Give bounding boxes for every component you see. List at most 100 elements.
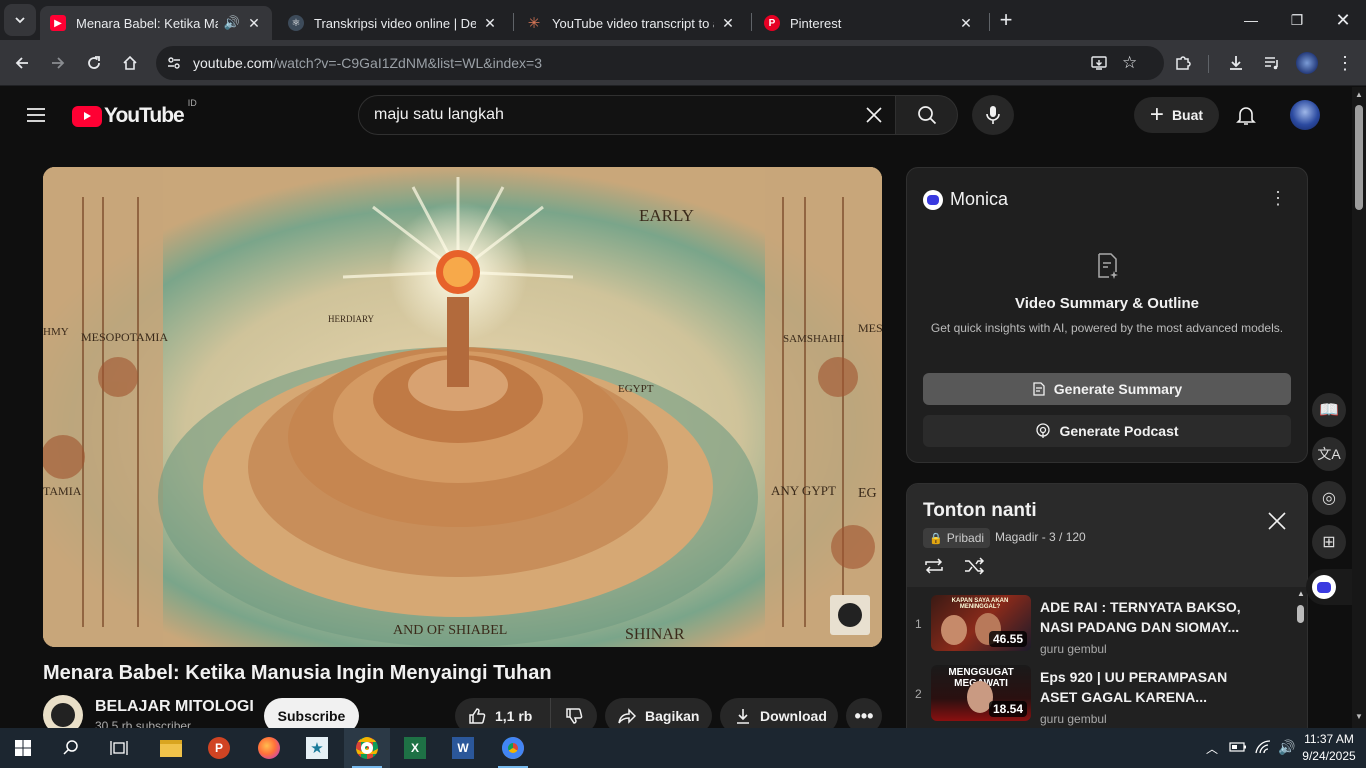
video-thumbnail[interactable]: MENGGUGAT MEGAWATI 18.54: [931, 665, 1031, 721]
url-text[interactable]: youtube.com/watch?v=-C9GaI1ZdNM&list=WL&…: [193, 55, 542, 71]
reader-button[interactable]: 📖: [1312, 393, 1346, 427]
tab-transcript-to-article[interactable]: ✳ YouTube video transcript to arti... ✕: [516, 6, 746, 40]
generate-summary-button[interactable]: Generate Summary: [923, 373, 1291, 405]
search-button[interactable]: [895, 95, 958, 135]
generate-podcast-button[interactable]: Generate Podcast: [923, 415, 1291, 447]
extensions-button[interactable]: [1168, 48, 1198, 78]
tab-menara-babel[interactable]: ▶ Menara Babel: Ketika Manusia Ingin Men…: [40, 6, 272, 40]
account-avatar[interactable]: [1290, 100, 1320, 130]
search-box[interactable]: maju satu langkah: [358, 95, 896, 135]
chrome-profile-button[interactable]: [490, 728, 536, 768]
scroll-up-icon[interactable]: ▲: [1297, 589, 1305, 598]
address-bar[interactable]: youtube.com/watch?v=-C9GaI1ZdNM&list=WL&…: [156, 46, 1164, 80]
site-info-icon[interactable]: [166, 55, 182, 76]
reload-button[interactable]: [79, 48, 109, 78]
powerpoint-button[interactable]: P: [196, 728, 242, 768]
overlay-text-mes: MES: [858, 321, 882, 335]
video-player[interactable]: EARLY MESOPOTAMIA HERDIARY EGYPT SAMSHAH…: [43, 167, 882, 647]
voice-search-button[interactable]: [972, 95, 1014, 135]
tab-search-button[interactable]: [4, 4, 36, 36]
chrome-icon: [356, 737, 378, 759]
speaker-icon[interactable]: 🔊: [224, 15, 240, 31]
dragon-logo-icon: [51, 703, 75, 727]
wifi-icon[interactable]: [1254, 739, 1272, 760]
clear-search-icon[interactable]: [864, 105, 884, 130]
monica-launcher[interactable]: [1306, 569, 1352, 605]
install-app-icon[interactable]: [1090, 54, 1108, 77]
new-tab-button[interactable]: +: [991, 5, 1021, 35]
scrollbar-thumb[interactable]: [1297, 605, 1304, 623]
close-icon[interactable]: ✕: [958, 15, 974, 32]
podcast-rail-button[interactable]: ◎: [1312, 481, 1346, 515]
playlist-index: 1: [915, 617, 922, 631]
guide-menu-button[interactable]: [22, 103, 50, 127]
battery-icon[interactable]: [1229, 740, 1247, 759]
video-title-line: Eps 920 | UU PERAMPASAN: [1040, 669, 1228, 685]
download-label: Download: [760, 708, 827, 724]
notifications-button[interactable]: [1234, 103, 1258, 132]
scroll-up-icon[interactable]: ▲: [1355, 90, 1363, 99]
apps-button[interactable]: ⊞: [1312, 525, 1346, 559]
tab-pinterest[interactable]: P Pinterest ✕: [754, 6, 984, 40]
home-button[interactable]: [115, 48, 145, 78]
browser-toolbar: youtube.com/watch?v=-C9GaI1ZdNM&list=WL&…: [0, 40, 1366, 86]
playlist-item[interactable]: 2 MENGGUGAT MEGAWATI 18.54 Eps 920 | UU …: [907, 665, 1295, 731]
search-input[interactable]: maju satu langkah: [374, 106, 504, 124]
show-hidden-icons-button[interactable]: ︿: [1206, 740, 1218, 757]
taskbar-search-button[interactable]: [48, 728, 94, 768]
search-icon: [917, 106, 936, 125]
excel-button[interactable]: X: [392, 728, 438, 768]
file-explorer-button[interactable]: [148, 728, 194, 768]
playlist-meta: Magadir - 3 / 120: [995, 530, 1086, 544]
forward-button[interactable]: [43, 48, 73, 78]
youtube-logo[interactable]: YouTube ID: [72, 98, 197, 128]
shuffle-button[interactable]: [963, 556, 985, 581]
playlist-scrollbar[interactable]: ▲: [1295, 589, 1305, 739]
tab-transkripsi[interactable]: ⚛ Transkripsi video online | Desgr... ✕: [278, 6, 508, 40]
scroll-down-icon[interactable]: ▼: [1355, 712, 1363, 721]
browser-tab-strip: ▶ Menara Babel: Ketika Manusia Ingin Men…: [0, 0, 1366, 40]
restore-button[interactable]: ❐: [1274, 0, 1320, 40]
translate-button[interactable]: 文A: [1312, 437, 1346, 471]
browser-menu-button[interactable]: ⋮: [1330, 48, 1360, 78]
page-scrollbar[interactable]: ▲ ▼: [1352, 87, 1366, 728]
close-icon[interactable]: ✕: [246, 15, 262, 32]
video-title-line: NASI PADANG DAN SIOMAY...: [1040, 619, 1240, 635]
profile-avatar[interactable]: [1292, 48, 1322, 78]
privacy-badge: 🔒 Pribadi: [923, 528, 991, 548]
loop-icon: [925, 558, 943, 574]
playlist-music-icon: [1265, 57, 1278, 70]
playlist-item[interactable]: 1 KAPAN SAYA AKAN MENINGGAL? 46.55 ADE R…: [907, 595, 1295, 661]
create-button[interactable]: + Buat: [1134, 97, 1219, 133]
loop-button[interactable]: [923, 556, 945, 581]
scrollbar-thumb[interactable]: [1355, 105, 1363, 210]
video-thumbnail[interactable]: KAPAN SAYA AKAN MENINGGAL? 46.55: [931, 595, 1031, 651]
volume-icon[interactable]: 🔊: [1278, 739, 1295, 756]
word-button[interactable]: W: [440, 728, 486, 768]
minimize-button[interactable]: —: [1228, 0, 1274, 40]
chrome-button[interactable]: [344, 728, 390, 768]
monica-menu-button[interactable]: ⋮: [1269, 188, 1287, 209]
bookmark-star-icon[interactable]: ☆: [1122, 53, 1137, 73]
channel-name[interactable]: BELAJAR MITOLOGI: [95, 698, 254, 716]
firefox-button[interactable]: [246, 728, 292, 768]
downloads-button[interactable]: [1221, 48, 1251, 78]
more-vertical-icon: ⋮: [1336, 52, 1354, 73]
share-label: Bagikan: [645, 708, 700, 724]
close-playlist-button[interactable]: [1267, 511, 1287, 536]
hamburger-icon: [27, 108, 45, 122]
task-view-button[interactable]: [96, 728, 142, 768]
close-icon[interactable]: ✕: [482, 15, 498, 32]
powerpoint-icon: P: [208, 737, 230, 759]
translate-icon: 文A: [1317, 446, 1341, 462]
close-icon[interactable]: ✕: [720, 15, 736, 32]
close-window-button[interactable]: ✕: [1320, 0, 1366, 40]
document-sparkle-icon: [1095, 252, 1121, 285]
reload-icon: [88, 56, 100, 69]
taskbar-clock[interactable]: 11:37 AM 9/24/2025: [1300, 731, 1358, 765]
media-control-button[interactable]: [1257, 48, 1287, 78]
playlist-title[interactable]: Tonton nanti: [923, 500, 1037, 522]
start-button[interactable]: [0, 728, 46, 768]
back-button[interactable]: [7, 48, 37, 78]
app-star-button[interactable]: ★: [294, 728, 340, 768]
